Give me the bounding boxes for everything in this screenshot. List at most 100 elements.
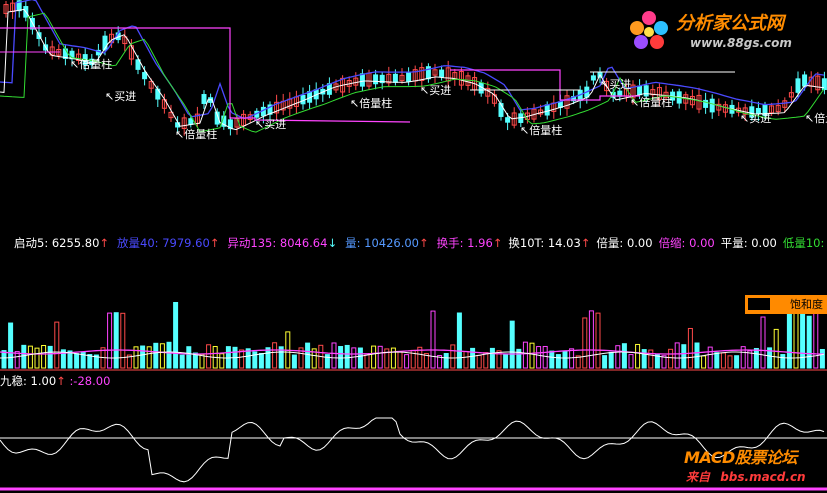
logo-bottom-line: 来自 bbs.macd.cn: [686, 468, 806, 485]
volume-bar: [608, 351, 614, 369]
volume-bar: [443, 353, 449, 369]
volume-bar: [813, 311, 819, 369]
volume-bar: [529, 342, 535, 369]
indicator-9: 低量10: 0.00: [783, 234, 827, 252]
volume-bar: [602, 355, 608, 369]
candle-body: [498, 103, 504, 117]
volume-bar: [753, 347, 759, 369]
candle-body: [544, 104, 550, 116]
indicator-0: 启动5: 6255.80↑: [14, 234, 109, 252]
volume-bar: [331, 342, 337, 369]
candle-body: [201, 94, 207, 104]
volume-bar: [338, 346, 344, 369]
indicator-label: 异动135: 8046.64: [227, 236, 328, 250]
signal-label: ↖倍量柱: [70, 57, 112, 71]
volume-bar: [186, 346, 192, 369]
signal-label: ↖倍量柱: [630, 95, 672, 109]
volume-layer: [0, 300, 827, 371]
volume-bar: [720, 352, 726, 369]
volume-bar: [463, 351, 469, 369]
volume-bar: [786, 305, 792, 369]
indicator-label: 低量10: 0.00: [782, 236, 827, 250]
logo-bottom-source: 来自: [686, 470, 711, 484]
volume-bar: [140, 345, 146, 369]
volume-bar: [509, 320, 515, 369]
volume-bar: [159, 343, 165, 369]
logo-bottom-url: bbs.macd.cn: [720, 470, 806, 484]
indicator-5: 换10T: 14.03↑: [508, 234, 590, 252]
volume-bar: [628, 354, 634, 369]
candle-body: [643, 85, 649, 97]
volume-bar: [621, 343, 627, 369]
indicator-arrow: ↑: [492, 236, 503, 250]
volume-bar: [760, 316, 766, 369]
indicator-arrow: ↓: [327, 236, 338, 250]
indicator-label: 启动5: 6255.80: [14, 236, 100, 250]
volume-bar: [707, 346, 713, 369]
indicator-label: 换10T: 14.03: [508, 236, 581, 250]
volume-bar: [166, 341, 172, 369]
volume-bar: [734, 355, 740, 369]
volume-bar: [377, 345, 383, 369]
volume-bar: [694, 342, 700, 369]
volume-bar: [456, 312, 462, 369]
indicator-2: 异动135: 8046.64↓: [227, 234, 337, 252]
volume-bar: [107, 312, 113, 369]
volume-bar: [569, 348, 575, 369]
volume-bar: [47, 345, 53, 369]
volume-bar: [173, 301, 179, 369]
volume-bar: [390, 347, 396, 369]
signal-label: ↖买进: [420, 84, 451, 97]
indicator-label: 换手: 1.96: [436, 236, 493, 250]
candle-body: [373, 74, 379, 85]
signal-label: ↖买进: [105, 90, 136, 103]
volume-bar: [450, 344, 456, 369]
volume-bar: [397, 351, 403, 369]
volume-bar: [305, 342, 311, 369]
sub-indicator-value: :-28.00: [69, 374, 111, 388]
volume-bar: [113, 312, 119, 369]
volume-bar: [641, 349, 647, 369]
volume-bar: [542, 345, 548, 369]
indicator-arrow: ↑: [209, 236, 220, 250]
volume-bar: [364, 353, 370, 369]
signal-label: ↖倍量柱: [175, 127, 217, 141]
volume-bar: [74, 353, 80, 369]
volume-bar: [595, 312, 601, 369]
volume-bar: [819, 348, 825, 369]
volume-bar: [41, 344, 47, 369]
volume-bar: [635, 343, 641, 369]
candle-body: [637, 85, 643, 96]
candle-body: [709, 98, 715, 113]
indicator-label: 量: 10426.00: [345, 236, 419, 250]
logo-top-title: 分析家公式网: [676, 13, 784, 34]
volume-bar: [476, 354, 482, 369]
volume-bar: [701, 355, 707, 369]
volume-bar: [562, 350, 568, 369]
volume-bar: [225, 346, 231, 369]
volume-bar: [1, 350, 7, 369]
volume-bar: [54, 321, 60, 369]
indicator-1: 放量40: 7979.60↑: [117, 234, 219, 252]
indicator-4: 换手: 1.96↑: [437, 234, 503, 252]
volume-bar: [344, 344, 350, 369]
indicator-label: 放量40: 7979.60: [117, 236, 210, 250]
volume-bar: [27, 345, 33, 369]
signal-label: ↖倍量柱: [350, 96, 392, 110]
indicator-arrow: ↑: [99, 236, 110, 250]
saturation-indicator: 饱和度: [745, 295, 827, 314]
volume-bar: [687, 327, 693, 369]
saturation-fill: [748, 298, 770, 310]
volume-bar: [404, 354, 410, 369]
sub-indicator-label: 九稳: 1.00: [0, 374, 57, 388]
indicator-7: 倍缩: 0.00: [659, 234, 715, 252]
logo-top-url: www.88gs.com: [690, 36, 792, 50]
volume-bar: [258, 352, 264, 369]
indicator-3: 量: 10426.00↑: [345, 234, 429, 252]
candle-body: [795, 78, 801, 93]
logo-bottom-title: MACD股票论坛: [684, 448, 797, 467]
signal-label: ↖买进: [740, 112, 771, 125]
sub-indicator-arrow: ↑: [56, 374, 66, 388]
candle-body: [406, 71, 412, 82]
indicator-label: 倍缩: 0.00: [658, 236, 715, 250]
